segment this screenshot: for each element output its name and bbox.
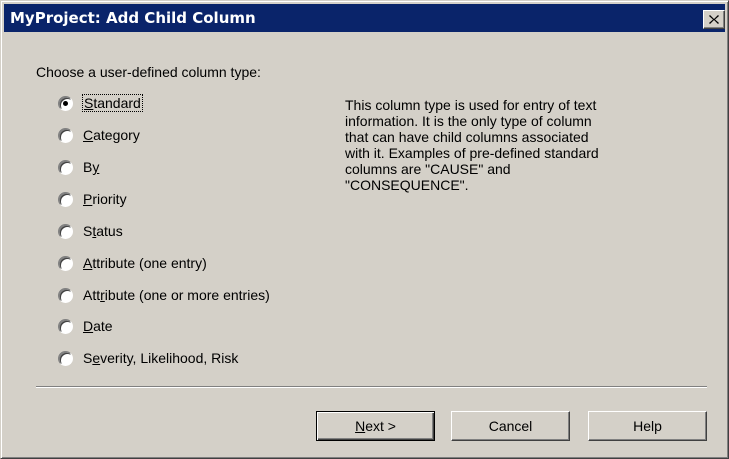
column-type-prompt: Choose a user-defined column type: (36, 64, 261, 80)
radio-button[interactable] (58, 223, 73, 239)
radio-option-label[interactable]: Severity, Likelihood, Risk (83, 350, 238, 366)
radio-option-label[interactable]: Attribute (one or more entries) (83, 287, 270, 303)
radio-option[interactable]: Attribute (one or more entries) (58, 284, 270, 306)
cancel-button-label: Cancel (488, 418, 533, 434)
radio-option[interactable]: Date (58, 315, 113, 337)
radio-button[interactable] (58, 191, 73, 207)
radio-option-label[interactable]: By (83, 159, 99, 175)
radio-option-label[interactable]: Date (83, 318, 113, 334)
radio-dot (63, 100, 68, 106)
window-title: MyProject: Add Child Column (10, 9, 256, 27)
radio-option[interactable]: Priority (58, 188, 127, 210)
radio-option-label[interactable]: Standard (82, 94, 143, 112)
radio-button[interactable] (58, 255, 73, 271)
radio-button-selected[interactable] (58, 95, 73, 111)
radio-option-label[interactable]: Priority (83, 191, 127, 207)
radio-option[interactable]: Status (58, 220, 123, 242)
column-type-description: This column type is used for entry of te… (345, 97, 599, 193)
title-bar[interactable]: MyProject: Add Child Column (4, 4, 725, 32)
help-button[interactable]: Help (588, 411, 707, 441)
next-button[interactable]: Next > (316, 411, 435, 441)
help-button-label: Help (633, 418, 662, 434)
radio-button[interactable] (58, 159, 73, 175)
separator (36, 386, 707, 388)
close-button[interactable] (703, 10, 725, 29)
cancel-button[interactable]: Cancel (451, 411, 570, 441)
add-child-column-dialog: MyProject: Add Child Column Choose a use… (0, 0, 729, 459)
radio-option[interactable]: Severity, Likelihood, Risk (58, 347, 238, 369)
next-button-label: Next > (355, 418, 396, 434)
radio-option[interactable]: Category (58, 124, 140, 146)
radio-button[interactable] (58, 127, 73, 143)
close-icon (709, 15, 719, 24)
radio-option[interactable]: Standard (58, 92, 143, 114)
radio-button[interactable] (58, 318, 73, 334)
radio-option-label[interactable]: Category (83, 127, 140, 143)
radio-button[interactable] (58, 350, 73, 366)
radio-option[interactable]: By (58, 156, 99, 178)
radio-option-label[interactable]: Status (83, 223, 123, 239)
radio-option[interactable]: Attribute (one entry) (58, 252, 207, 274)
radio-option-label[interactable]: Attribute (one entry) (83, 255, 207, 271)
radio-button[interactable] (58, 287, 73, 303)
